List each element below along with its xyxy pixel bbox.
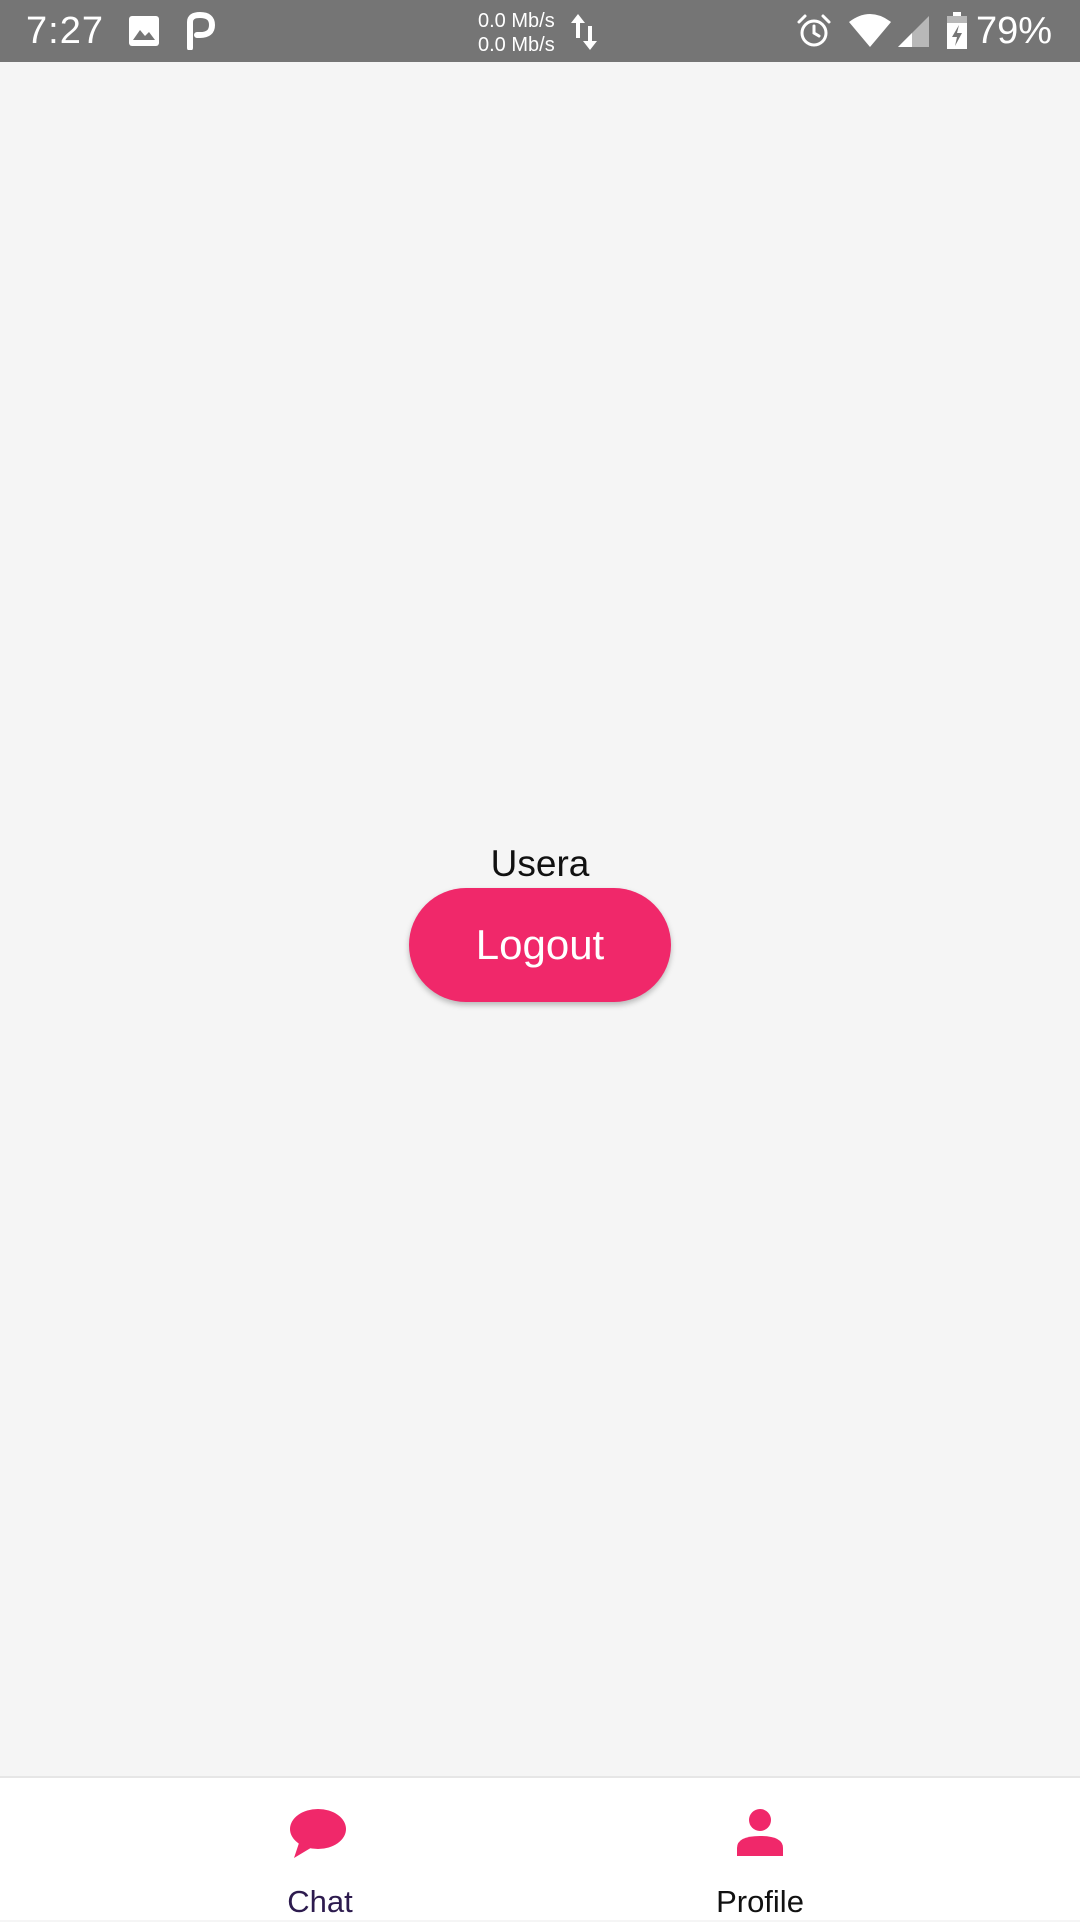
- net-up-speed: 0.0 Mb/s: [478, 10, 555, 32]
- nav-label-profile: Profile: [716, 1884, 804, 1919]
- username-label: Usera: [490, 843, 590, 884]
- person-icon: [737, 1809, 783, 1856]
- logout-button[interactable]: Logout: [409, 888, 671, 1002]
- alarm-icon: [797, 14, 831, 47]
- battery-charging-icon: [947, 12, 967, 49]
- data-arrows-icon: [571, 14, 597, 50]
- chat-bubble-icon: [290, 1809, 346, 1858]
- net-down-speed: 0.0 Mb/s: [478, 34, 555, 56]
- signal-icon: [898, 16, 929, 47]
- bottom-navigation: Chat Profile: [0, 1776, 1080, 1920]
- battery-percent: 79%: [975, 10, 1052, 52]
- nav-item-profile[interactable]: Profile: [490, 1778, 1030, 1922]
- profile-screen: Usera Logout: [0, 62, 1080, 1776]
- status-bar: 7:27 0.0 Mb/s 0.0 Mb/s 79%: [0, 0, 1080, 62]
- p-app-icon: [187, 12, 216, 50]
- status-time: 7:27: [26, 10, 104, 52]
- wifi-icon: [849, 14, 891, 47]
- image-icon: [129, 16, 159, 46]
- network-speed: 0.0 Mb/s 0.0 Mb/s: [478, 9, 555, 57]
